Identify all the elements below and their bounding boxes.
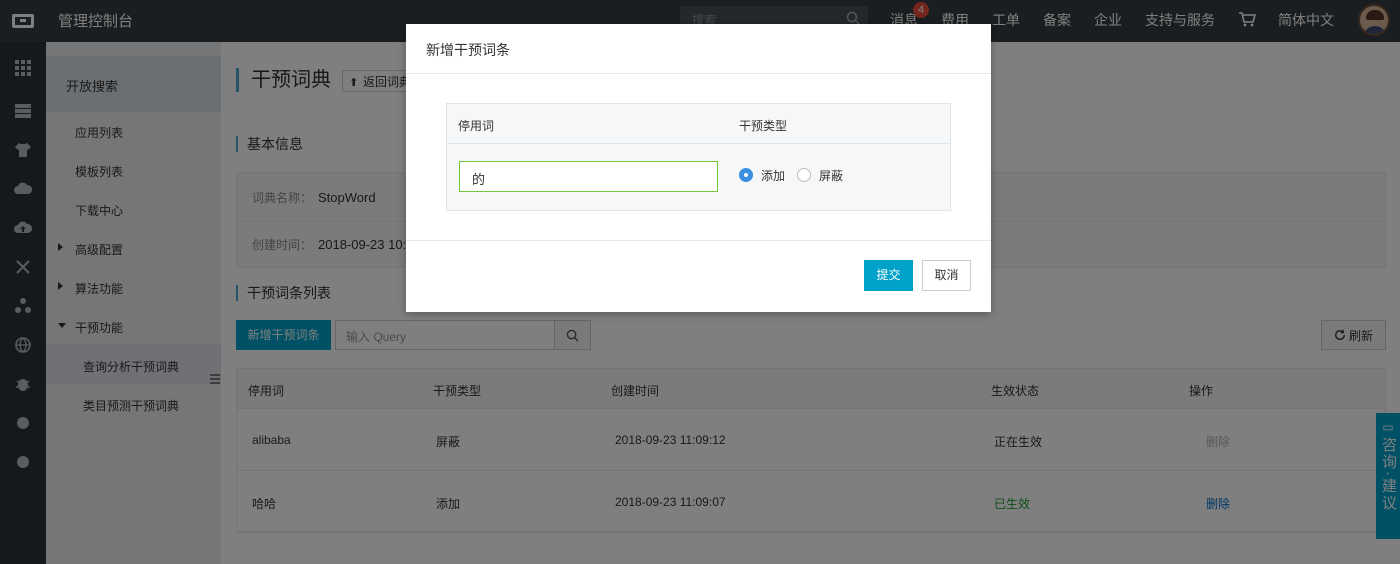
word-column-header: 停用词 [458, 119, 495, 133]
radio-add[interactable] [739, 168, 753, 182]
dialog-form-table: 停用词 干预类型 的 添加 屏蔽 [446, 103, 951, 211]
add-entry-dialog: 新增干预词条 停用词 干预类型 的 添加 屏蔽 提交 取消 [406, 24, 991, 312]
dialog-title: 新增干预词条 [406, 24, 991, 74]
radio-block-label[interactable]: 屏蔽 [819, 167, 843, 184]
radio-block[interactable] [797, 168, 811, 182]
dialog-form-header: 停用词 干预类型 [447, 104, 950, 144]
cancel-button[interactable]: 取消 [922, 260, 971, 291]
type-column-header: 干预类型 [739, 119, 788, 133]
radio-add-label[interactable]: 添加 [761, 167, 785, 184]
stopword-input[interactable]: 的 [459, 161, 718, 192]
submit-button[interactable]: 提交 [864, 260, 913, 291]
divider [406, 240, 991, 241]
